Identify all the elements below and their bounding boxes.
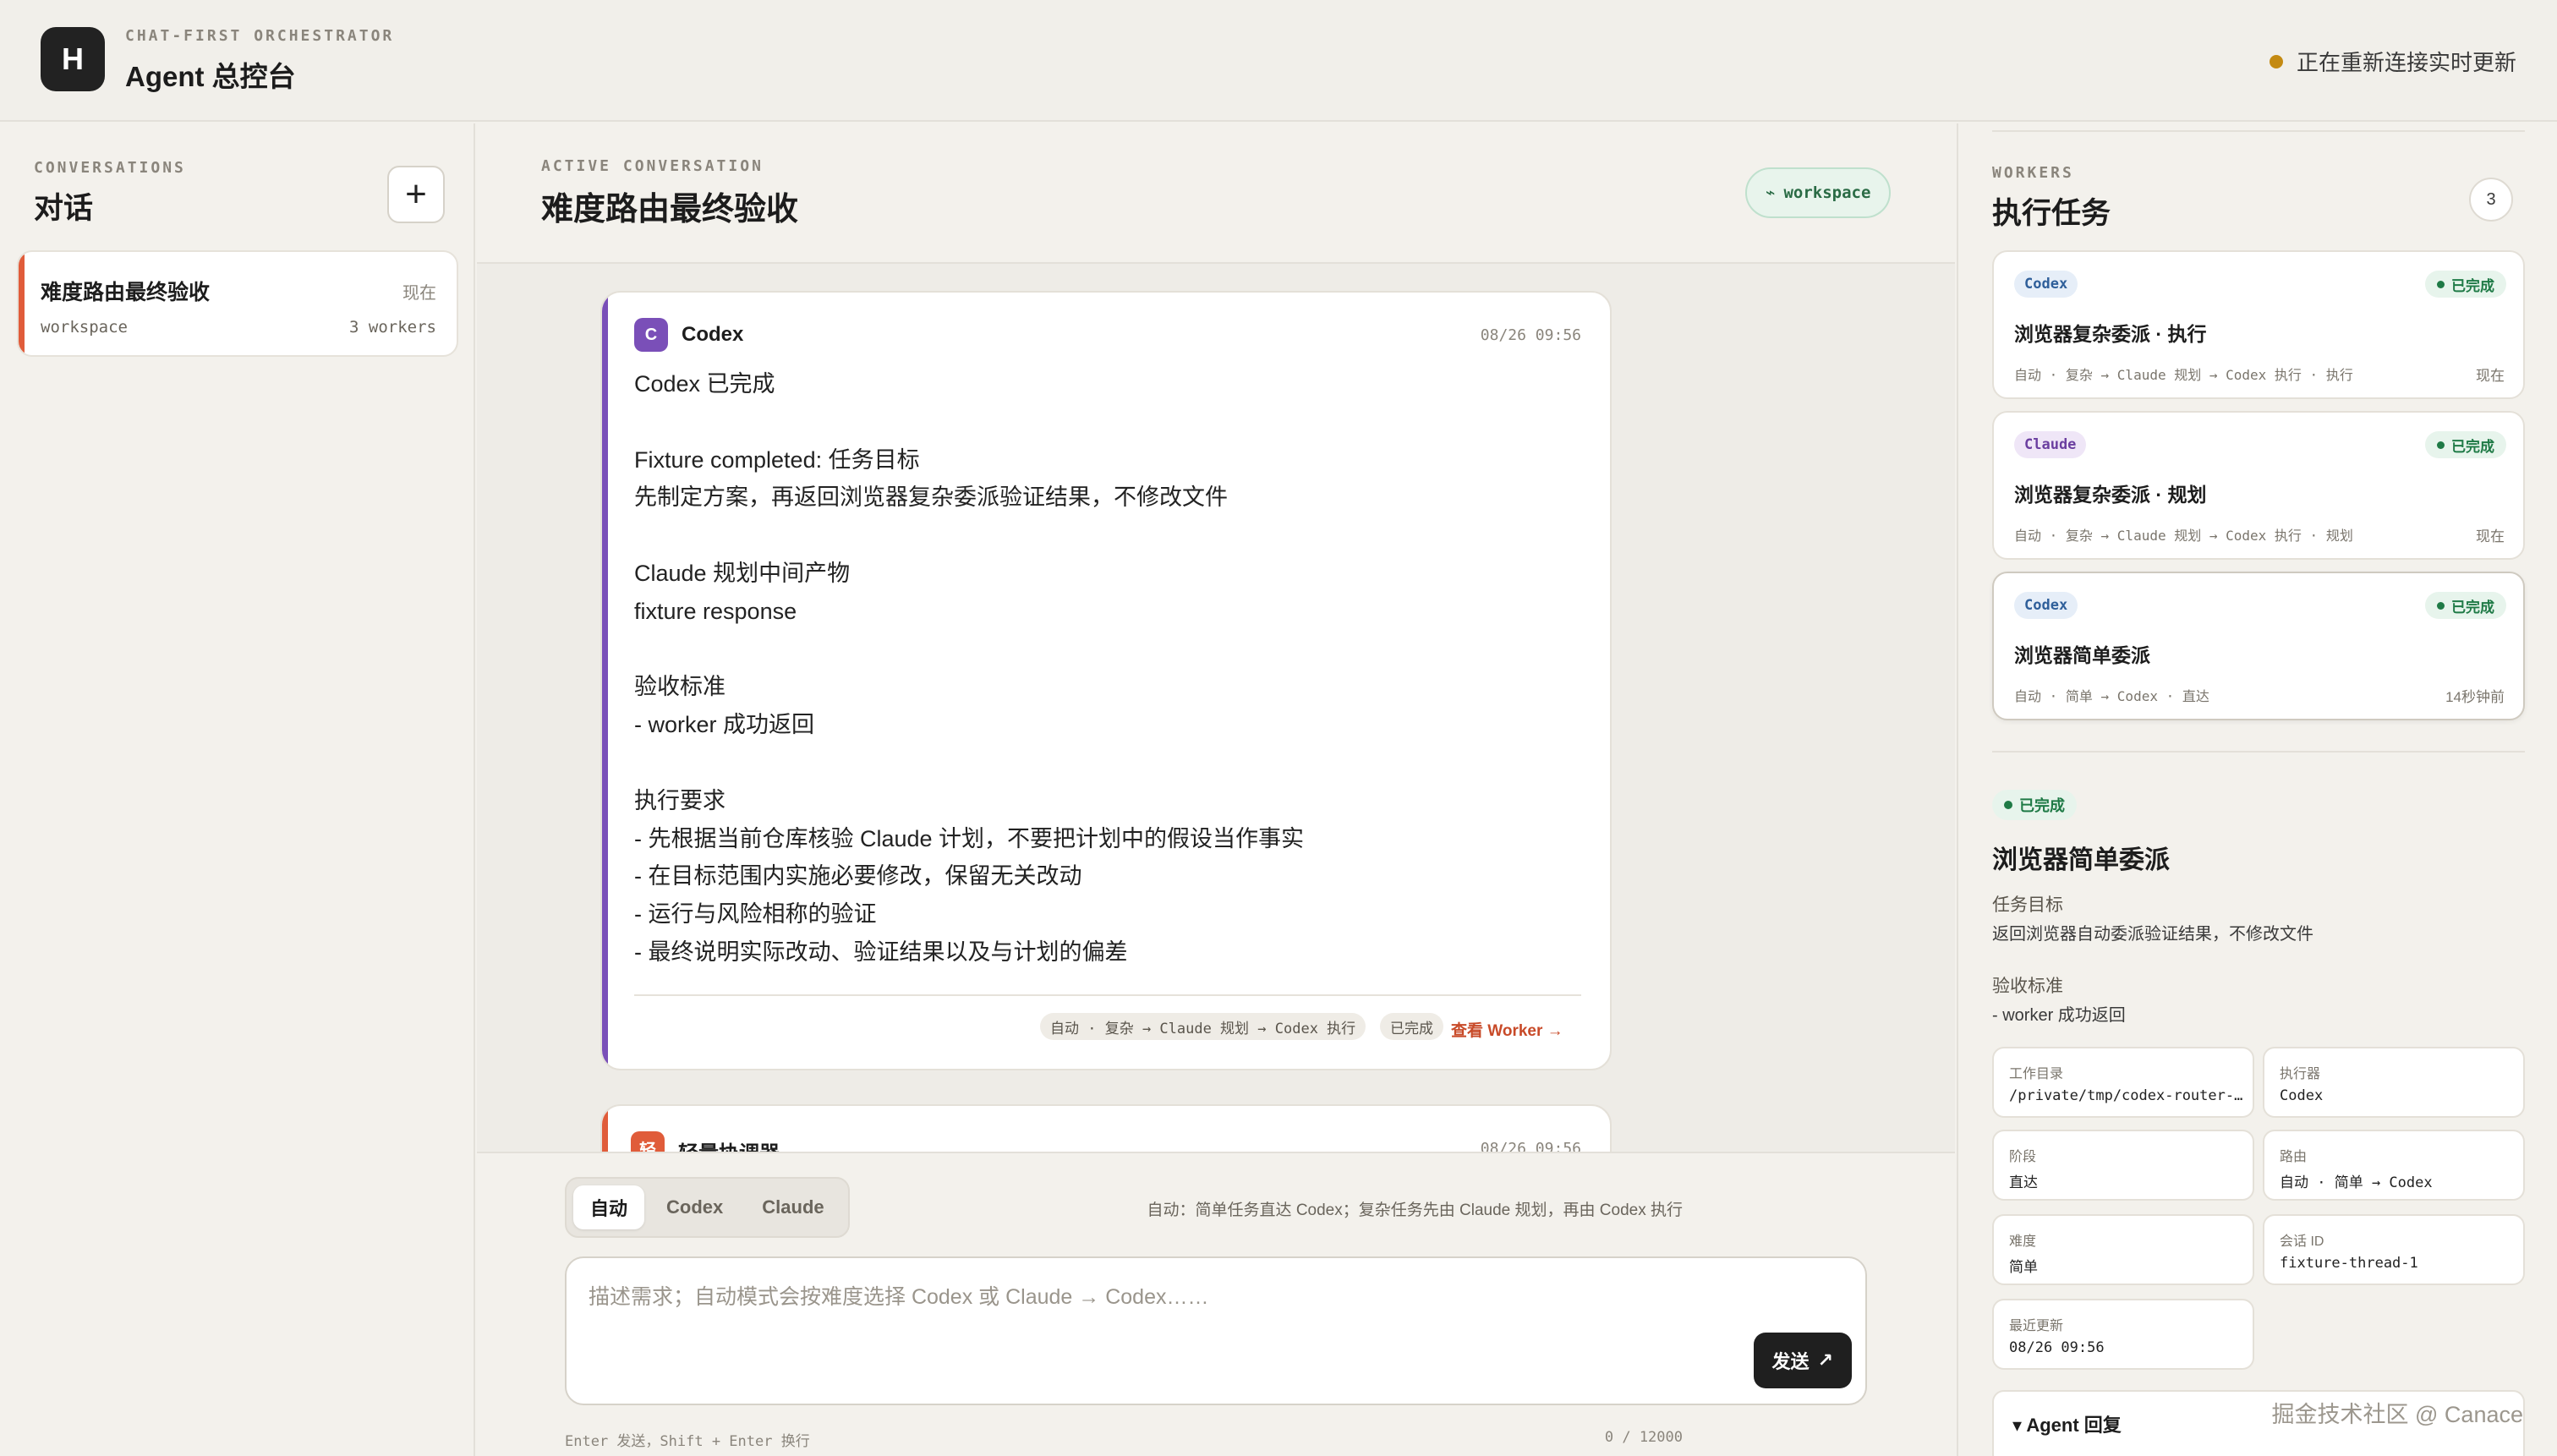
workers-count-badge: 3: [2469, 178, 2513, 222]
field-route: 路由 自动 · 简单 → Codex: [2263, 1130, 2525, 1201]
task-title: 浏览器简单委派: [2014, 644, 2150, 666]
status-badge: 已完成: [2425, 431, 2506, 458]
tab-codex[interactable]: Codex: [649, 1185, 740, 1229]
conversation-item[interactable]: 难度路由最终验收 现在 workspace 3 workers: [17, 250, 458, 357]
field-difficulty: 难度 简单: [1992, 1214, 2254, 1285]
route-chip: 自动 · 复杂 → Claude 规划 → Codex 执行: [1040, 1013, 1366, 1040]
sender-avatar: C: [634, 318, 668, 352]
composer: 自动 Codex Claude 自动：简单任务直达 Codex；复杂任务先由 C…: [477, 1152, 1955, 1456]
app-title: Agent 总控台: [125, 61, 296, 92]
conversations-panel: CONVERSATIONS 对话 + 难度路由最终验收 现在 workspace…: [0, 123, 475, 1456]
branch-icon: ⌁: [1766, 183, 1776, 202]
char-count: 0 / 12000: [1604, 1429, 1683, 1446]
status-dot-icon: [2269, 54, 2283, 68]
divider: [1992, 751, 2525, 753]
send-label: 发送: [1771, 1351, 1810, 1372]
mode-hint: 自动：简单任务直达 Codex；复杂任务先由 Claude 规划，再由 Code…: [1147, 1201, 1683, 1219]
agent-reply-label: ▾ Agent 回复: [2012, 1415, 2122, 1436]
arrow-up-right-icon: ↗: [1817, 1349, 1833, 1371]
mode-tabs: 自动 Codex Claude: [565, 1177, 850, 1238]
task-title: 浏览器复杂委派 · 执行: [2014, 323, 2207, 345]
divider: [1992, 130, 2525, 132]
plus-icon: +: [405, 173, 427, 215]
keyboard-hint: Enter 发送，Shift + Enter 换行: [565, 1433, 810, 1450]
workers-title: 执行任务: [1992, 197, 2111, 230]
workspace-pill[interactable]: ⌁ workspace: [1745, 167, 1892, 218]
goal-value: 返回浏览器自动委派验证结果，不修改文件: [1992, 925, 2313, 944]
app-subtitle: CHAT-FIRST ORCHESTRATOR: [125, 27, 395, 45]
executor-tag: Claude: [2014, 431, 2087, 458]
workers-panel: WORKERS 执行任务 3 Codex 已完成 浏览器复杂委派 · 执行 自动…: [1957, 123, 2557, 1456]
conversation-workers: 3 workers: [349, 318, 436, 337]
field-executor: 执行器 Codex: [2263, 1047, 2525, 1118]
active-indicator: [19, 252, 25, 355]
message-accent: [602, 293, 608, 1069]
tab-claude[interactable]: Claude: [745, 1185, 840, 1229]
field-workdir: 工作目录/private/tmp/codex-router-v…: [1992, 1047, 2254, 1118]
conversation-title: 难度路由最终验收: [41, 281, 211, 304]
status-badge: 已完成: [2425, 271, 2506, 298]
task-route: 自动 · 简单 → Codex · 直达: [2014, 688, 2209, 704]
field-updated: 最近更新 08/26 09:56: [1992, 1299, 2254, 1370]
message-body: Codex 已完成 Fixture completed: 任务目标 先制定方案，…: [634, 371, 1305, 965]
field-session-id: 会话 ID fixture-thread-1: [2263, 1214, 2525, 1285]
view-worker-link[interactable]: 查看 Worker →: [1451, 1018, 1563, 1041]
executor-tag: Codex: [2014, 271, 2078, 298]
detail-title: 浏览器简单委派: [1992, 846, 2170, 874]
message-input[interactable]: [589, 1280, 1755, 1382]
chat-panel: ACTIVE CONVERSATION 难度路由最终验收 ⌁ workspace…: [477, 123, 1955, 1456]
status-text: 已完成: [2451, 277, 2494, 294]
task-title: 浏览器复杂委派 · 规划: [2014, 484, 2207, 506]
criteria-value: - worker 成功返回: [1992, 1006, 2126, 1025]
active-conversation-label: ACTIVE CONVERSATION: [541, 157, 764, 175]
task-route: 自动 · 复杂 → Claude 规划 → Codex 执行 · 规划: [2014, 528, 2353, 544]
connection-status-text: 正在重新连接实时更新: [2296, 50, 2516, 75]
sender-name: Codex: [682, 323, 744, 346]
detail-status-text: 已完成: [2019, 797, 2065, 814]
conversation-workspace: workspace: [41, 318, 128, 337]
message-input-box: 发送 ↗: [565, 1256, 1867, 1405]
task-time: 14秒钟前: [2445, 689, 2505, 705]
tab-auto[interactable]: 自动: [573, 1185, 645, 1229]
connection-status: 正在重新连接实时更新: [2269, 46, 2516, 77]
task-card[interactable]: Claude 已完成 浏览器复杂委派 · 规划 自动 · 复杂 → Claude…: [1992, 411, 2525, 560]
chat-header: ACTIVE CONVERSATION 难度路由最终验收 ⌁ workspace: [477, 123, 1955, 264]
conversations-title: 对话: [34, 192, 94, 225]
watermark: 掘金技术社区 @ Canace: [2271, 1402, 2523, 1427]
send-button[interactable]: 发送 ↗: [1753, 1333, 1852, 1388]
field-stage: 阶段 直达: [1992, 1130, 2254, 1201]
workers-label: WORKERS: [1992, 164, 2074, 182]
app-logo: H: [41, 27, 105, 91]
task-time: 现在: [2476, 528, 2505, 545]
status-badge: 已完成: [2425, 592, 2506, 619]
detail-status-badge: 已完成: [1992, 790, 2077, 820]
criteria-label: 验收标准: [1992, 977, 2063, 996]
active-conversation-title: 难度路由最终验收: [541, 192, 799, 227]
task-route: 自动 · 复杂 → Claude 规划 → Codex 执行 · 执行: [2014, 367, 2353, 383]
status-text: 已完成: [2451, 438, 2494, 455]
task-time: 现在: [2476, 368, 2505, 384]
workspace-pill-label: workspace: [1783, 183, 1871, 202]
new-conversation-button[interactable]: +: [387, 166, 445, 223]
message-divider: [634, 994, 1581, 996]
goal-label: 任务目标: [1992, 895, 2063, 915]
top-bar: H CHAT-FIRST ORCHESTRATOR Agent 总控台 正在重新…: [0, 0, 2557, 122]
task-card[interactable]: Codex 已完成 浏览器复杂委派 · 执行 自动 · 复杂 → Claude …: [1992, 250, 2525, 399]
message-status-chip: 已完成: [1380, 1013, 1443, 1040]
message-time: 08/26 09:56: [1480, 326, 1581, 344]
conversation-time: 现在: [402, 284, 436, 303]
task-card-selected[interactable]: Codex 已完成 浏览器简单委派 自动 · 简单 → Codex · 直达 1…: [1992, 572, 2525, 720]
conversations-label: CONVERSATIONS: [34, 159, 186, 177]
status-text: 已完成: [2451, 599, 2494, 616]
message-card: C Codex 08/26 09:56 Codex 已完成 Fixture co…: [600, 291, 1612, 1070]
executor-tag: Codex: [2014, 592, 2078, 619]
